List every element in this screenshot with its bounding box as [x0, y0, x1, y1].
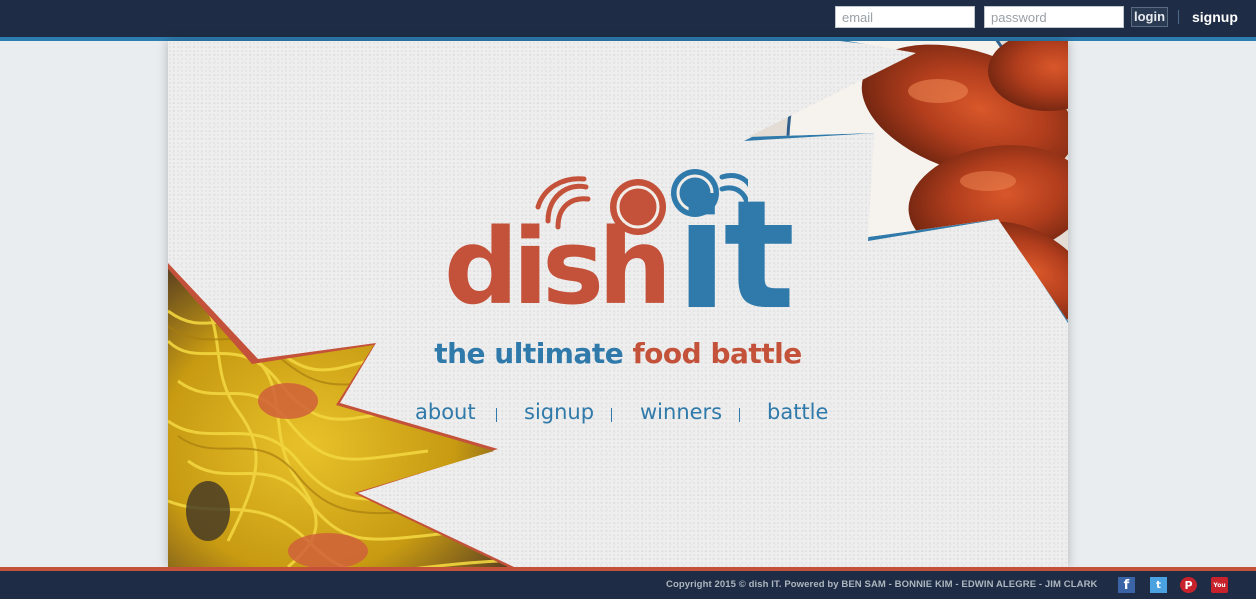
hero-panel: dish it the ultimate food battle about s… — [168, 41, 1068, 567]
dish-it-logo: dish it — [438, 161, 798, 361]
nav-battle-link[interactable]: battle — [767, 400, 828, 424]
top-bar: login signup — [0, 0, 1256, 41]
nav-separator — [611, 408, 612, 422]
twitter-icon[interactable]: t — [1150, 577, 1167, 593]
password-input[interactable] — [984, 6, 1124, 28]
tagline-part2: food battle — [632, 337, 803, 370]
nav-winners-link[interactable]: winners — [640, 400, 722, 424]
copyright-text: Copyright 2015 © dish IT. Powered by BEN… — [666, 579, 1098, 590]
tagline: the ultimate food battle — [168, 337, 1068, 370]
logo-word-dish: dish — [444, 206, 672, 328]
header-signup-link[interactable]: signup — [1192, 9, 1238, 25]
main-nav: about signup winners battle — [168, 400, 1068, 430]
header-divider — [1178, 10, 1179, 24]
facebook-icon[interactable]: f — [1118, 577, 1135, 593]
logo-word-it: it — [676, 169, 795, 343]
email-input[interactable] — [835, 6, 975, 28]
nav-signup-link[interactable]: signup — [524, 400, 594, 424]
youtube-icon[interactable]: You — [1211, 577, 1228, 593]
tagline-part1: the ultimate — [434, 337, 624, 370]
nav-separator — [739, 408, 740, 422]
nav-about-link[interactable]: about — [415, 400, 476, 424]
login-button[interactable]: login — [1131, 7, 1169, 27]
pinterest-icon[interactable]: P — [1180, 577, 1197, 593]
footer: Copyright 2015 © dish IT. Powered by BEN… — [0, 567, 1256, 599]
nav-separator — [496, 408, 497, 422]
